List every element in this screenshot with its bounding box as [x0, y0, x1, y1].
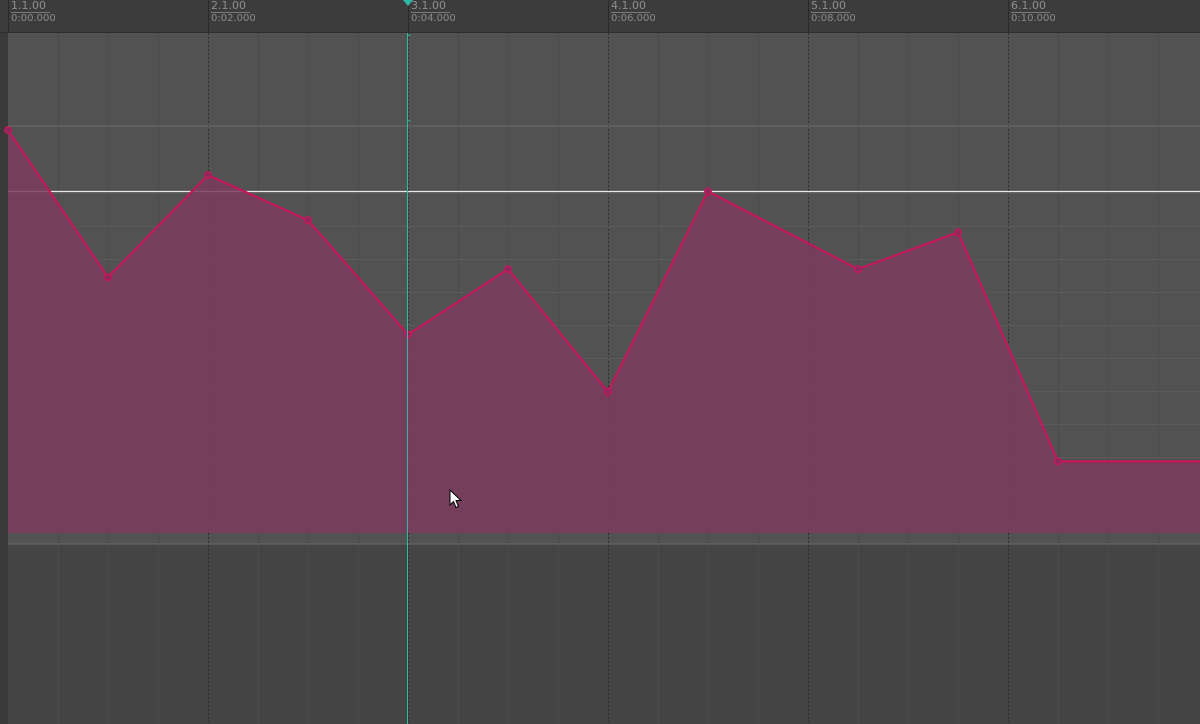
ruler-tick — [608, 0, 609, 32]
ruler-bar-label: 3.1.00 — [411, 0, 450, 13]
ruler-tick — [1008, 0, 1009, 32]
ruler-tick — [208, 0, 209, 32]
ruler-bar-label: 4.1.00 — [611, 0, 650, 13]
ruler-bar-label: 2.1.00 — [211, 0, 250, 13]
automation-point[interactable] — [104, 273, 112, 282]
ruler-tick — [8, 0, 9, 32]
automation-point[interactable] — [604, 387, 612, 396]
automation-point[interactable] — [504, 265, 512, 274]
automation-point[interactable] — [304, 216, 312, 225]
automation-point[interactable] — [954, 228, 962, 237]
ruler-time-label: 0:04.000 — [411, 13, 456, 24]
automation-canvas[interactable] — [0, 33, 1200, 724]
ruler-time-label: 0:00.000 — [11, 13, 56, 24]
ruler-time-label: 0:10.000 — [1011, 13, 1056, 24]
automation-point[interactable] — [4, 126, 12, 135]
automation-point[interactable] — [854, 265, 862, 274]
lane-left-edge — [0, 33, 8, 724]
automation-point[interactable] — [204, 171, 212, 180]
ruler-time-label: 0:08.000 — [811, 13, 856, 24]
ruler-bar-label: 6.1.00 — [1011, 0, 1050, 13]
automation-point[interactable] — [704, 187, 712, 196]
ruler-time-label: 0:02.000 — [211, 13, 256, 24]
mouse-pointer-icon — [449, 489, 463, 509]
timeline-ruler[interactable]: 1.1.00 0:00.000 2.1.00 0:02.000 3.1.00 0… — [0, 0, 1200, 33]
ruler-bar-label: 5.1.00 — [811, 0, 850, 13]
playhead-marker-icon[interactable] — [402, 0, 414, 8]
ruler-bar-label: 1.1.00 — [11, 0, 50, 13]
automation-lane[interactable] — [0, 33, 1200, 724]
ruler-tick — [808, 0, 809, 32]
automation-point[interactable] — [1054, 457, 1062, 466]
ruler-time-label: 0:06.000 — [611, 13, 656, 24]
